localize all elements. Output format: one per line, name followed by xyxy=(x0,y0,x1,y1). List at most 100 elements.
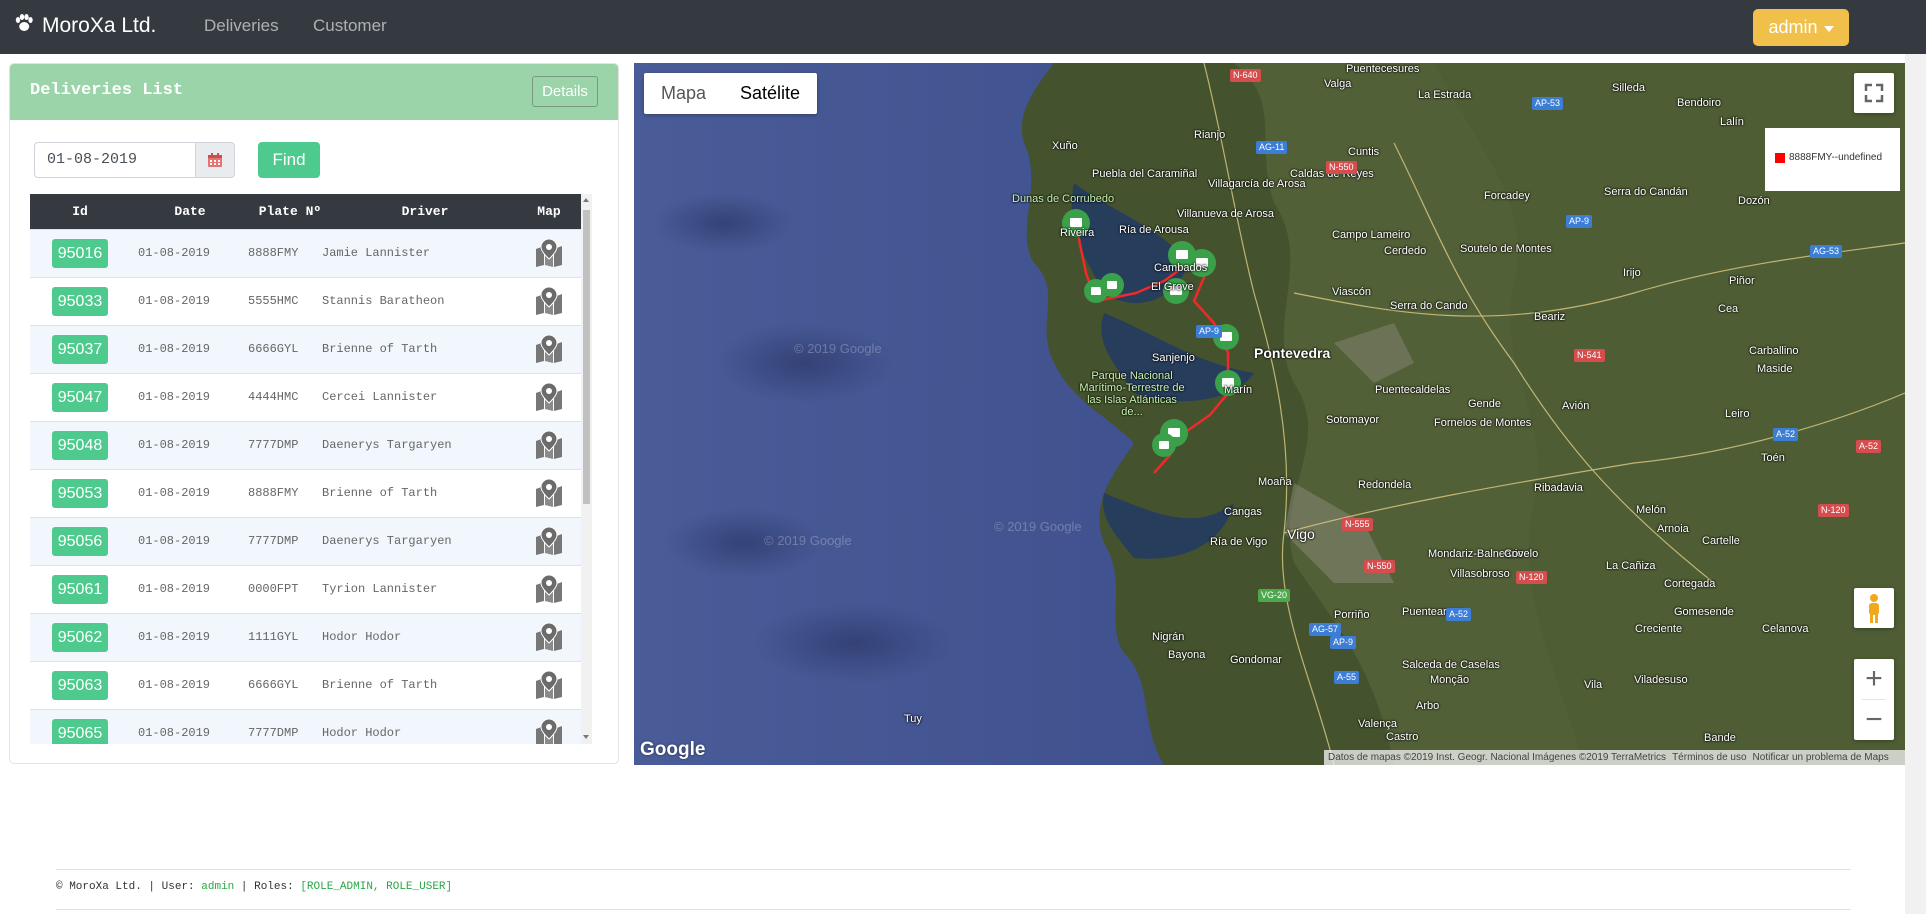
legend-swatch xyxy=(1775,153,1785,163)
cell-date: 01-08-2019 xyxy=(138,486,211,500)
map-pin-icon[interactable] xyxy=(534,718,564,744)
brand-link[interactable]: MoroXa Ltd. xyxy=(14,14,156,38)
find-button[interactable]: Find xyxy=(258,142,320,178)
footer-user-label: User: xyxy=(161,881,195,893)
table-row[interactable]: 95062 01-08-2019 1111GYL Hodor Hodor xyxy=(30,613,581,661)
map-place-label: Campo Lameiro xyxy=(1332,229,1411,241)
admin-menu-button[interactable]: admin xyxy=(1753,9,1849,46)
page-scrollbar[interactable] xyxy=(1905,54,1926,914)
fullscreen-button[interactable] xyxy=(1854,73,1894,113)
street-view-pegman[interactable] xyxy=(1854,588,1894,628)
map-place-label: Cuntis xyxy=(1348,146,1380,158)
map-place-label: El Grove xyxy=(1151,281,1194,293)
map-place-label: Nigrán xyxy=(1152,631,1185,643)
map-pin-icon[interactable] xyxy=(534,478,564,507)
table-row[interactable]: 95056 01-08-2019 7777DMP Daenerys Targaryen xyxy=(30,517,581,565)
map-place-label: Tuy xyxy=(904,713,922,725)
cell-plate: 7777DMP xyxy=(248,438,299,452)
cell-date: 01-08-2019 xyxy=(138,390,211,404)
map-pin-icon[interactable] xyxy=(534,670,564,699)
footer-user: admin xyxy=(201,881,235,893)
map-place-label: Cangas xyxy=(1224,506,1262,518)
table-row[interactable]: 95037 01-08-2019 6666GYL Brienne of Tarth xyxy=(30,325,581,373)
map-place-label: Arbo xyxy=(1416,700,1440,712)
table-scrollbar[interactable] xyxy=(581,194,592,744)
delivery-id-button[interactable]: 95056 xyxy=(52,527,108,556)
calendar-button[interactable] xyxy=(195,142,235,178)
top-navbar: MoroXa Ltd. Deliveries Customer admin xyxy=(0,0,1926,54)
report-problem-link[interactable]: Notificar un problema de Maps xyxy=(1753,752,1889,763)
delivery-id-button[interactable]: 95062 xyxy=(52,623,108,652)
map-legend: 8888FMY--undefined xyxy=(1765,128,1900,191)
map-place-label: Carballino xyxy=(1749,345,1799,357)
map-place-label: Viascón xyxy=(1332,286,1371,298)
table-row[interactable]: 95061 01-08-2019 0000FPT Tyrion Lannister xyxy=(30,565,581,613)
delivery-id-button[interactable]: 95033 xyxy=(52,287,108,316)
delivery-id-button[interactable]: 95063 xyxy=(52,671,108,700)
table-row[interactable]: 95063 01-08-2019 6666GYL Brienne of Tarth xyxy=(30,661,581,709)
delivery-id-button[interactable]: 95048 xyxy=(52,431,108,460)
delivery-id-button[interactable]: 95053 xyxy=(52,479,108,508)
table-row[interactable]: 95016 01-08-2019 8888FMY Jamie Lannister xyxy=(30,229,581,277)
map-place-label: Marín xyxy=(1224,384,1253,396)
map-place-label: La Cañiza xyxy=(1606,560,1656,572)
table-scrollbar-thumb[interactable] xyxy=(583,210,590,504)
map-place-label: Monção xyxy=(1430,674,1470,686)
map-place-label: Forcadey xyxy=(1484,190,1530,202)
map-place-label: Serra do Candán xyxy=(1604,186,1688,198)
table-header: Id Date Plate Nº Driver Map xyxy=(30,194,581,229)
nav-deliveries[interactable]: Deliveries xyxy=(204,16,279,36)
footer-roles-label: Roles: xyxy=(254,881,294,893)
delivery-id-button[interactable]: 95047 xyxy=(52,383,108,412)
details-button[interactable]: Details xyxy=(532,76,598,107)
nav-customer[interactable]: Customer xyxy=(313,16,387,36)
legend-label: 8888FMY--undefined xyxy=(1789,152,1883,163)
cell-driver: Stannis Baratheon xyxy=(322,294,445,308)
map-pin-icon[interactable] xyxy=(534,622,564,651)
table-row[interactable]: 95065 01-08-2019 7777DMP Hodor Hodor xyxy=(30,709,581,744)
date-input[interactable]: 01-08-2019 xyxy=(34,142,196,178)
map-type-map-button[interactable]: Mapa xyxy=(644,73,723,114)
map-pin-icon[interactable] xyxy=(534,238,564,267)
map-place-label: Leiro xyxy=(1725,408,1750,420)
scroll-down-arrow-icon[interactable] xyxy=(583,735,589,739)
panel-title: Deliveries List xyxy=(30,81,184,100)
map-pin-icon[interactable] xyxy=(534,430,564,459)
delivery-id-button[interactable]: 95065 xyxy=(52,719,108,744)
terms-link[interactable]: Términos de uso xyxy=(1672,752,1746,763)
header-plate: Plate Nº xyxy=(258,204,322,219)
map-place-label: Sotomayor xyxy=(1326,414,1380,426)
map-pin-icon[interactable] xyxy=(534,286,564,315)
map-view[interactable]: © 2019 Google © 2019 Google © 2019 Googl… xyxy=(634,63,1905,765)
footer-divider-top xyxy=(56,869,1851,870)
map-place-label: Lalín xyxy=(1720,116,1744,128)
road-shield: AP-9 xyxy=(1566,215,1593,228)
zoom-in-button[interactable]: + xyxy=(1854,659,1894,699)
delivery-id-button[interactable]: 95061 xyxy=(52,575,108,604)
brand-name: MoroXa Ltd. xyxy=(42,14,157,37)
map-pin-icon[interactable] xyxy=(534,574,564,603)
table-row[interactable]: 95047 01-08-2019 4444HMC Cercei Lannister xyxy=(30,373,581,421)
zoom-out-button[interactable]: − xyxy=(1854,700,1894,740)
map-pin-icon[interactable] xyxy=(534,526,564,555)
deliveries-table: Id Date Plate Nº Driver Map 95016 01-08-2… xyxy=(30,194,592,744)
delivery-id-button[interactable]: 95037 xyxy=(52,335,108,364)
map-type-satellite-button[interactable]: Satélite xyxy=(723,73,817,114)
table-row[interactable]: 95033 01-08-2019 5555HMC Stannis Baratheon xyxy=(30,277,581,325)
map-place-label: Valença xyxy=(1358,718,1397,730)
map-place-label: Cartelle xyxy=(1702,535,1740,547)
cell-plate: 5555HMC xyxy=(248,294,299,308)
google-logo[interactable]: Google xyxy=(640,739,705,761)
delivery-id-button[interactable]: 95016 xyxy=(52,239,108,268)
table-row[interactable]: 95053 01-08-2019 8888FMY Brienne of Tarth xyxy=(30,469,581,517)
table-row[interactable]: 95048 01-08-2019 7777DMP Daenerys Targaryen xyxy=(30,421,581,469)
pegman-icon xyxy=(1869,594,1879,623)
map-place-label: Vigo xyxy=(1287,526,1315,542)
map-place-label: Salceda de Caselas xyxy=(1402,659,1500,671)
map-place-label: Arnoia xyxy=(1657,523,1689,535)
header-id: Id xyxy=(72,204,88,219)
header-map: Map xyxy=(537,204,561,219)
map-pin-icon[interactable] xyxy=(534,334,564,363)
scroll-up-arrow-icon[interactable] xyxy=(583,198,589,202)
map-pin-icon[interactable] xyxy=(534,382,564,411)
